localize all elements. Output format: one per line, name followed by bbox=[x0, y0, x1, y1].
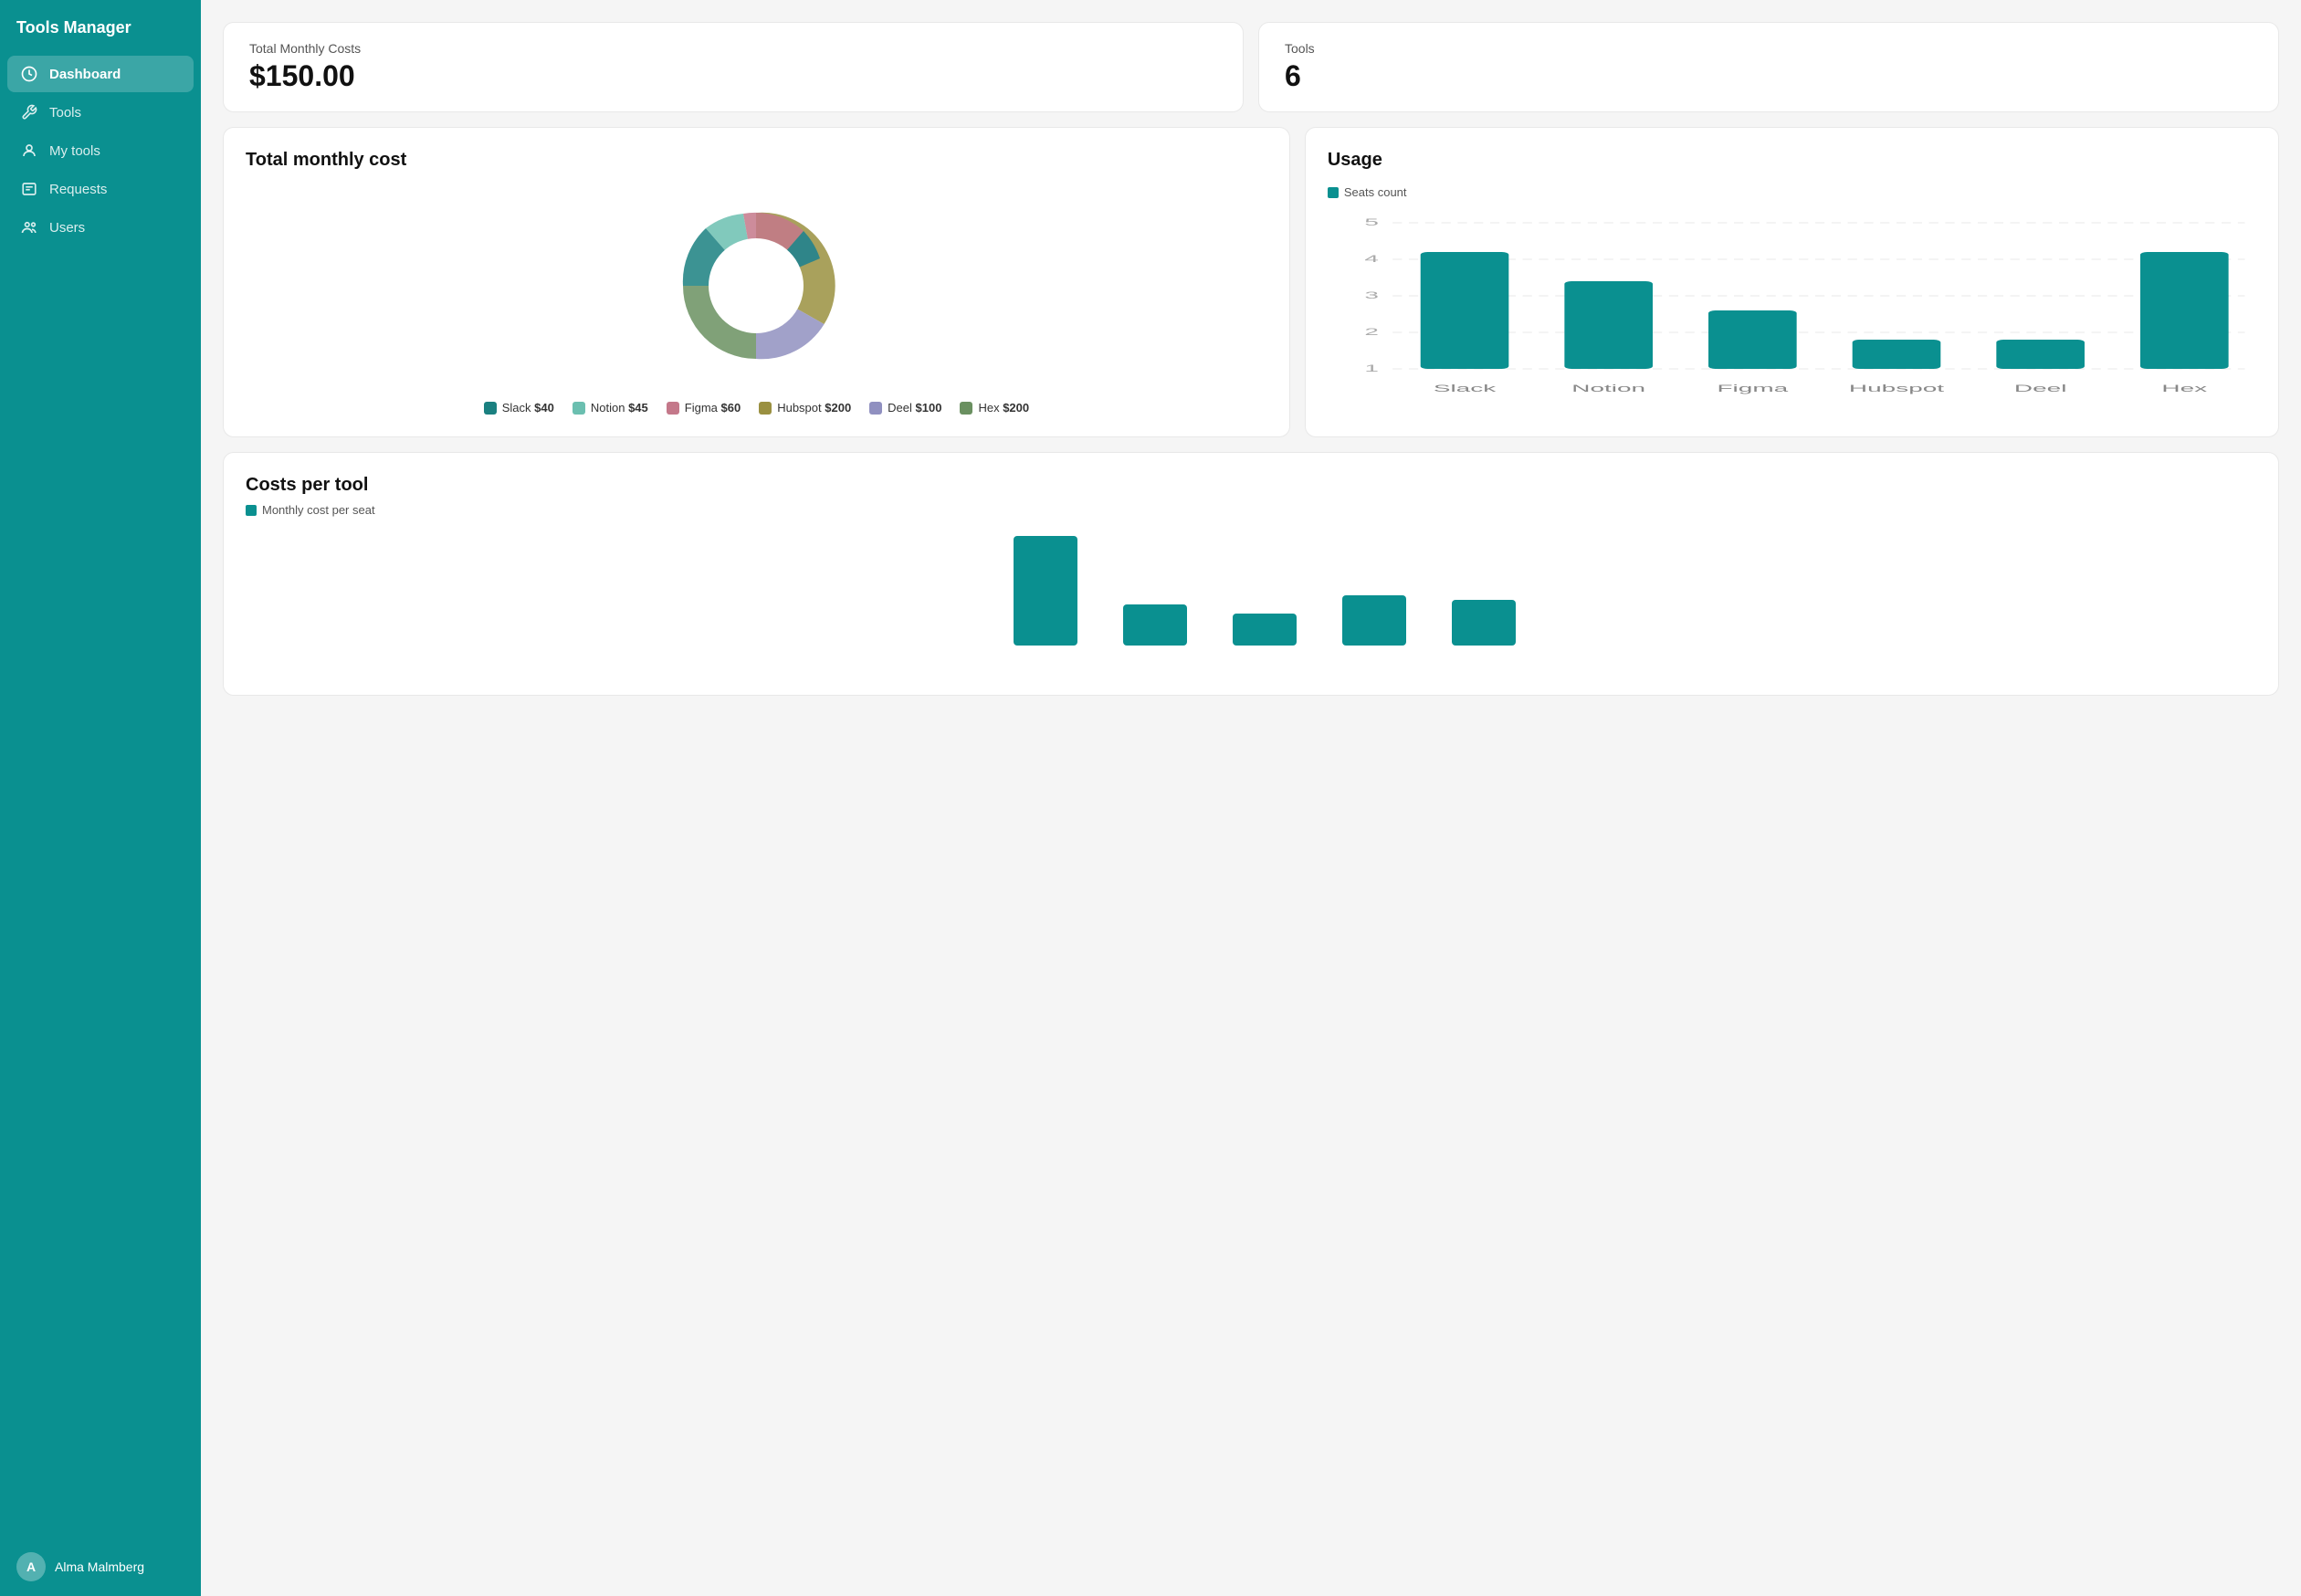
svg-text:5: 5 bbox=[1364, 216, 1379, 227]
costs-legend-dot bbox=[246, 505, 257, 516]
tools-value: 6 bbox=[1285, 59, 2253, 93]
costs-per-tool-card: Costs per tool Monthly cost per seat bbox=[223, 452, 2279, 696]
my-tools-icon bbox=[20, 142, 38, 160]
costs-per-tool-title: Costs per tool bbox=[246, 475, 2256, 496]
svg-text:2: 2 bbox=[1364, 326, 1379, 337]
main-content: Total Monthly Costs $150.00 Tools 6 Tota… bbox=[201, 0, 2301, 1596]
user-name: Alma Malmberg bbox=[55, 1559, 144, 1574]
sidebar-label-users: Users bbox=[49, 220, 85, 236]
sidebar-item-requests[interactable]: Requests bbox=[7, 171, 194, 207]
svg-text:1: 1 bbox=[1364, 362, 1379, 373]
svg-text:Deel: Deel bbox=[2014, 383, 2067, 394]
costs-bar-chart bbox=[246, 531, 2256, 673]
sidebar-label-tools: Tools bbox=[49, 105, 81, 121]
donut-chart bbox=[246, 185, 1267, 386]
tools-icon bbox=[20, 103, 38, 121]
sidebar-item-my-tools[interactable]: My tools bbox=[7, 132, 194, 169]
donut-chart-title: Total monthly cost bbox=[246, 150, 1267, 171]
svg-text:Notion: Notion bbox=[1571, 383, 1645, 394]
stat-card-total-costs: Total Monthly Costs $150.00 bbox=[223, 22, 1244, 112]
users-icon bbox=[20, 218, 38, 236]
sidebar-label-requests: Requests bbox=[49, 182, 107, 197]
bar-chart-title: Usage bbox=[1328, 150, 2256, 171]
bar-legend-label: Seats count bbox=[1344, 185, 1407, 199]
sidebar-label-my-tools: My tools bbox=[49, 143, 100, 159]
svg-text:Slack: Slack bbox=[1434, 383, 1497, 394]
requests-icon bbox=[20, 180, 38, 198]
donut-legend: Slack $40 Notion $45 Figma $60 Hubspot $… bbox=[246, 401, 1267, 415]
svg-text:Figma: Figma bbox=[1717, 383, 1788, 394]
legend-hex: Hex $200 bbox=[960, 401, 1029, 415]
sidebar: Tools Manager Dashboard Tools My tools R… bbox=[0, 0, 201, 1596]
total-costs-value: $150.00 bbox=[249, 59, 1217, 93]
sidebar-nav: Dashboard Tools My tools Requests Users bbox=[0, 56, 201, 1538]
sidebar-item-dashboard[interactable]: Dashboard bbox=[7, 56, 194, 92]
tools-label: Tools bbox=[1285, 41, 2253, 56]
costs-per-tool-legend: Monthly cost per seat bbox=[246, 503, 2256, 517]
dashboard-icon bbox=[20, 65, 38, 83]
bar-chart-card: Usage Seats count 5 4 3 2 bbox=[1305, 127, 2279, 437]
sidebar-footer: A Alma Malmberg bbox=[0, 1538, 201, 1596]
stat-card-tools: Tools 6 bbox=[1258, 22, 2279, 112]
stats-row: Total Monthly Costs $150.00 Tools 6 bbox=[223, 22, 2279, 112]
bar-legend: Seats count bbox=[1328, 185, 2256, 199]
legend-notion: Notion $45 bbox=[573, 401, 648, 415]
app-title: Tools Manager bbox=[0, 0, 201, 56]
bar-legend-dot bbox=[1328, 187, 1339, 198]
bar-chart: 5 4 3 2 1 bbox=[1328, 214, 2256, 415]
legend-hubspot: Hubspot $200 bbox=[759, 401, 851, 415]
legend-figma: Figma $60 bbox=[667, 401, 741, 415]
total-costs-label: Total Monthly Costs bbox=[249, 41, 1217, 56]
sidebar-label-dashboard: Dashboard bbox=[49, 67, 121, 82]
svg-text:Hubspot: Hubspot bbox=[1849, 383, 1944, 394]
legend-deel: Deel $100 bbox=[869, 401, 941, 415]
sidebar-item-users[interactable]: Users bbox=[7, 209, 194, 246]
sidebar-item-tools[interactable]: Tools bbox=[7, 94, 194, 131]
charts-row: Total monthly cost bbox=[223, 127, 2279, 437]
costs-legend-label: Monthly cost per seat bbox=[262, 503, 375, 517]
svg-text:Hex: Hex bbox=[2161, 383, 2207, 394]
legend-slack: Slack $40 bbox=[484, 401, 554, 415]
svg-text:3: 3 bbox=[1364, 289, 1379, 300]
svg-text:4: 4 bbox=[1364, 253, 1379, 264]
avatar: A bbox=[16, 1552, 46, 1581]
donut-chart-card: Total monthly cost bbox=[223, 127, 1290, 437]
